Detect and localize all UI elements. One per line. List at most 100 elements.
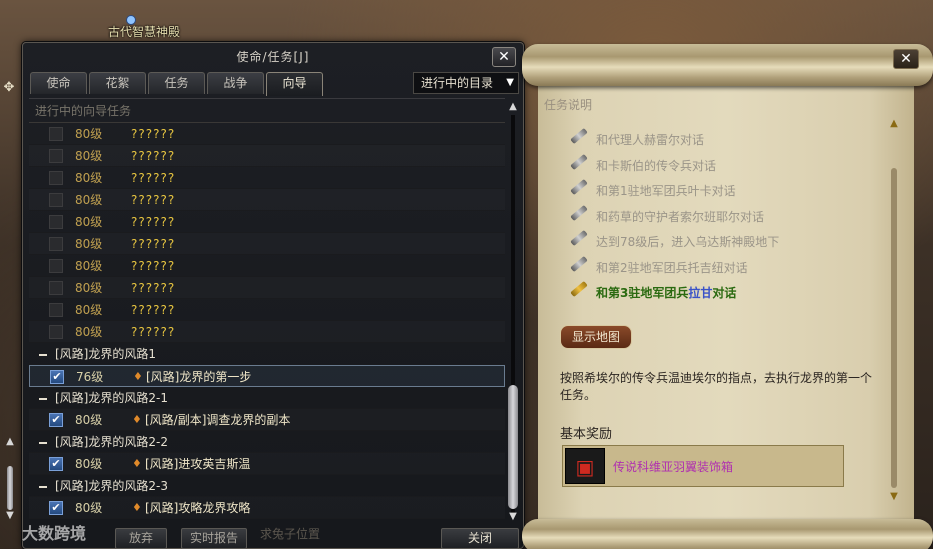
scroll-down-icon[interactable]: ▼ <box>887 491 901 502</box>
quest-checkbox[interactable] <box>49 215 63 229</box>
quest-step: 达到78级后，进入乌达斯神殿地下 <box>566 229 779 258</box>
flame-icon: ♦ <box>132 413 142 426</box>
quest-level: 80级 <box>75 413 103 427</box>
flame-icon: ♦ <box>133 370 143 383</box>
quest-name: ?????? <box>131 325 176 339</box>
locked-quest-row[interactable]: 80级?????? <box>29 189 505 211</box>
quest-description-label: 任务说明 <box>544 98 593 112</box>
abandon-button[interactable]: 放弃 <box>115 528 167 549</box>
detail-close-button[interactable]: ✕ <box>893 49 919 69</box>
tab-trivia[interactable]: 花絮 <box>89 72 146 94</box>
collapse-icon[interactable] <box>39 397 47 400</box>
quest-checkbox[interactable] <box>49 127 63 141</box>
quest-step: 和第2驻地军团兵托吉纽对话 <box>566 255 779 284</box>
tab-quest[interactable]: 任务 <box>148 72 205 94</box>
tab-guide[interactable]: 向导 <box>266 72 323 96</box>
quest-name: [风路]攻略龙界攻略 <box>145 501 251 515</box>
quest-step: 和药草的守护者索尔班耶尔对话 <box>566 204 779 233</box>
quest-filter-select[interactable]: 进行中的目录 ▼ <box>413 72 519 94</box>
location-name: 古代智慧神殿 <box>108 25 181 39</box>
quest-group-title: [风路]龙界的风路2-3 <box>55 479 168 493</box>
collapse-icon[interactable] <box>39 353 47 356</box>
locked-quest-row[interactable]: 80级?????? <box>29 321 505 343</box>
quest-name: ?????? <box>131 149 176 163</box>
quest-checkbox[interactable] <box>49 149 63 163</box>
scroll-thumb[interactable] <box>508 385 518 509</box>
quest-name: ?????? <box>131 215 176 229</box>
quest-checkbox[interactable] <box>49 171 63 185</box>
quest-name: ?????? <box>131 193 176 207</box>
quest-description: 按照希埃尔的传令兵温迪埃尔的指点，去执行龙界的第一个任务。 <box>560 371 873 402</box>
treasure-chest-icon[interactable]: ▣ <box>565 448 605 484</box>
quest-step: 和第1驻地军团兵叶卡对话 <box>566 178 779 207</box>
locked-quest-row[interactable]: 80级?????? <box>29 255 505 277</box>
quest-group-header[interactable]: [风路]龙界的风路1 <box>29 343 505 365</box>
quest-group-header[interactable]: [风路]龙界的风路2-2 <box>29 431 505 453</box>
reward-slot[interactable]: ▣ 传说科维亚羽翼装饰箱 <box>562 445 844 487</box>
quest-name: ?????? <box>131 303 176 317</box>
quill-icon <box>570 229 588 247</box>
locked-quest-row[interactable]: 80级?????? <box>29 233 505 255</box>
scroll-roll-bottom <box>522 519 933 549</box>
quest-level: 80级 <box>75 215 103 229</box>
locked-quest-row[interactable]: 80级?????? <box>29 167 505 189</box>
quest-level: 80级 <box>75 457 103 471</box>
scroll-up-icon[interactable]: ▲ <box>507 101 519 113</box>
scroll-track[interactable] <box>891 168 897 488</box>
quest-checkbox-checked[interactable]: ✔ <box>50 370 64 384</box>
quest-checkbox-checked[interactable]: ✔ <box>49 501 63 515</box>
collapse-icon[interactable] <box>39 441 47 444</box>
quest-row[interactable]: ✔ 80级 ♦ [风路]攻略龙界攻略 <box>29 497 505 519</box>
quest-list-scrollbar[interactable]: ▲ ▼ <box>507 101 519 522</box>
locked-quest-row[interactable]: 80级?????? <box>29 299 505 321</box>
quest-checkbox[interactable] <box>49 281 63 295</box>
locked-quest-row[interactable]: 80级?????? <box>29 211 505 233</box>
chat-snippet: 求兔子位置 <box>260 527 321 541</box>
chat-scrollbar[interactable]: ▲ ▼ <box>4 436 16 522</box>
quest-step-text: 和药草的守护者索尔班耶尔对话 <box>596 209 765 224</box>
quest-group-header[interactable]: [风路]龙界的风路2-1 <box>29 387 505 409</box>
quest-row[interactable]: ✔ 80级 ♦ [风路]进攻英吉斯温 <box>29 453 505 475</box>
scroll-down-icon[interactable]: ▼ <box>4 510 16 521</box>
quest-checkbox-checked[interactable]: ✔ <box>49 457 63 471</box>
show-map-button[interactable]: 显示地图 <box>560 325 632 349</box>
quest-level: 80级 <box>75 281 103 295</box>
scroll-roll-top <box>522 44 933 86</box>
npc-link[interactable]: 拉甘 <box>688 286 712 300</box>
move-arrows-icon[interactable]: ✥ <box>2 81 16 95</box>
quest-checkbox[interactable] <box>49 193 63 207</box>
quest-window-close-button[interactable]: ✕ <box>492 47 516 67</box>
scroll-up-icon[interactable]: ▲ <box>4 436 16 447</box>
tab-mission[interactable]: 使命 <box>30 72 87 94</box>
quill-icon <box>570 178 588 196</box>
quest-checkbox[interactable] <box>49 259 63 273</box>
close-button[interactable]: 关闭 <box>441 528 519 549</box>
quest-checkbox[interactable] <box>49 325 63 339</box>
quest-step-prefix: 和第3驻地军团兵 <box>596 286 689 300</box>
quest-level: 80级 <box>75 149 103 163</box>
quest-row[interactable]: ✔ 80级 ♦ [风路/副本]调查龙界的副本 <box>29 409 505 431</box>
quest-step-text: 和卡斯伯的传令兵对话 <box>596 158 717 173</box>
quest-name: [风路]龙界的第一步 <box>146 370 252 384</box>
detail-scrollbar[interactable]: ▲ ▼ <box>887 118 901 502</box>
quill-icon <box>570 153 588 170</box>
locked-quest-row[interactable]: 80级?????? <box>29 277 505 299</box>
scroll-up-icon[interactable]: ▲ <box>887 118 901 129</box>
live-report-button[interactable]: 实时报告 <box>181 528 247 549</box>
quest-level: 80级 <box>75 127 103 141</box>
quest-row-selected[interactable]: ✔ 76级 ♦ [风路]龙界的第一步 <box>29 365 505 387</box>
locked-quest-row[interactable]: 80级?????? <box>29 123 505 145</box>
quest-step-text: 和第2驻地军团兵托吉纽对话 <box>596 260 748 275</box>
quest-level: 80级 <box>75 237 103 251</box>
scroll-down-icon[interactable]: ▼ <box>507 511 519 523</box>
quest-group-header[interactable]: [风路]龙界的风路2-3 <box>29 475 505 497</box>
locked-quest-row[interactable]: 80级?????? <box>29 145 505 167</box>
quest-level: 80级 <box>75 259 103 273</box>
scroll-thumb[interactable] <box>7 466 13 510</box>
quest-checkbox[interactable] <box>49 237 63 251</box>
quest-checkbox[interactable] <box>49 303 63 317</box>
quest-checkbox-checked[interactable]: ✔ <box>49 413 63 427</box>
tab-war[interactable]: 战争 <box>207 72 264 94</box>
quest-step: 和卡斯伯的传令兵对话 <box>566 153 779 182</box>
collapse-icon[interactable] <box>39 485 47 488</box>
